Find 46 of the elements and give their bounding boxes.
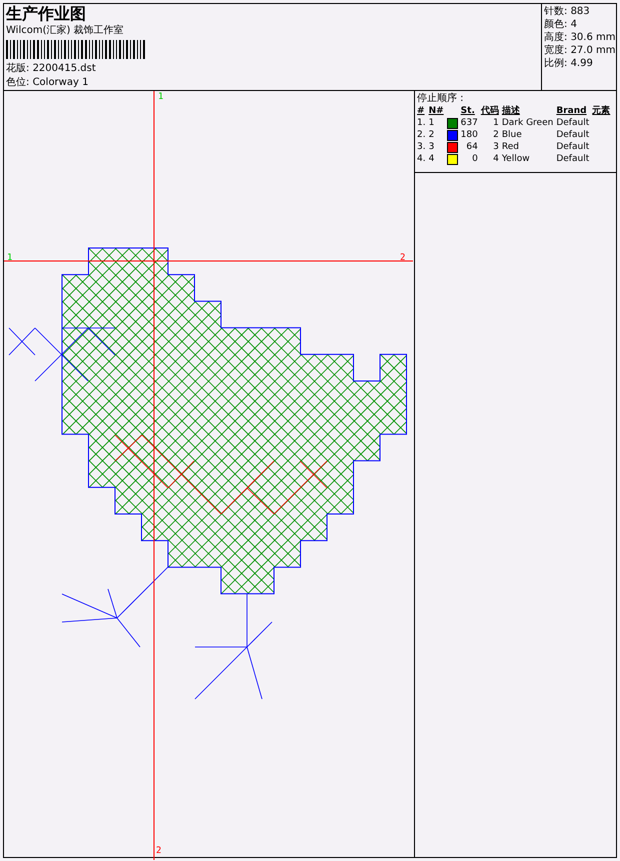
info-field: 比例: 4.99 (544, 57, 614, 70)
table-cell-text: 0 (471, 153, 479, 165)
table-cell-text: 180 (460, 129, 479, 141)
table-cell-text: 1 (492, 117, 500, 129)
table-cell-text: 4. (417, 153, 427, 165)
table-cell-text: 4 (428, 153, 436, 165)
table-cell-text: 637 (460, 117, 479, 129)
sheet-title: 生产作业图 (6, 5, 87, 23)
table-cell-text: Default (556, 129, 590, 141)
table-cell-text: Default (556, 141, 590, 153)
design-field: 色位: Colorway 1 (6, 76, 539, 89)
table-cell-text: 64 (465, 141, 479, 153)
company-name: Wilcom(汇家) 裁饰工作室 (6, 24, 125, 37)
table-cell-text: 2 (428, 129, 436, 141)
table-cell-text: Blue (502, 129, 523, 141)
table-title: 停止顺序 : (417, 92, 465, 105)
guide-label: 2 (156, 846, 162, 856)
table-cell-text: 2 (492, 129, 500, 141)
table-cell-text: 3. (417, 141, 427, 153)
column-header: # (417, 105, 429, 117)
table-cell-text: 1. (417, 117, 427, 129)
table-cell-text: Dark Green (502, 117, 554, 129)
table-cell-text: Default (556, 117, 590, 129)
table-cell-text: 3 (428, 141, 436, 153)
table-cell-text: Red (502, 141, 520, 153)
info-field: 宽度: 27.0 mm (544, 44, 614, 57)
column-header: 描述 (502, 105, 556, 117)
table-cell-text: 3 (492, 141, 500, 153)
table-cell-text: Default (556, 153, 590, 165)
column-header: 代码 (480, 105, 502, 117)
info-field: 高度: 30.6 mm (544, 31, 614, 44)
table-cell-text: 2. (417, 129, 427, 141)
column-header: St. (460, 105, 481, 117)
column-header: N# (428, 105, 445, 117)
info-field: 颜色: 4 (544, 18, 614, 31)
design-field: 花版: 2200415.dst (6, 62, 539, 75)
table-cell: 4 (480, 153, 502, 165)
table-cell-text: Yellow (502, 153, 531, 165)
info-field: 针数: 883 (544, 5, 614, 18)
guide-label: 1 (158, 92, 164, 102)
column-header: 元素 (592, 105, 612, 117)
barcode-icon (6, 40, 147, 59)
table-cell-text: 1 (428, 117, 436, 129)
guide-label: 2 (400, 253, 406, 263)
guide-label: 1 (7, 253, 12, 263)
column-header: Brand (556, 105, 592, 117)
